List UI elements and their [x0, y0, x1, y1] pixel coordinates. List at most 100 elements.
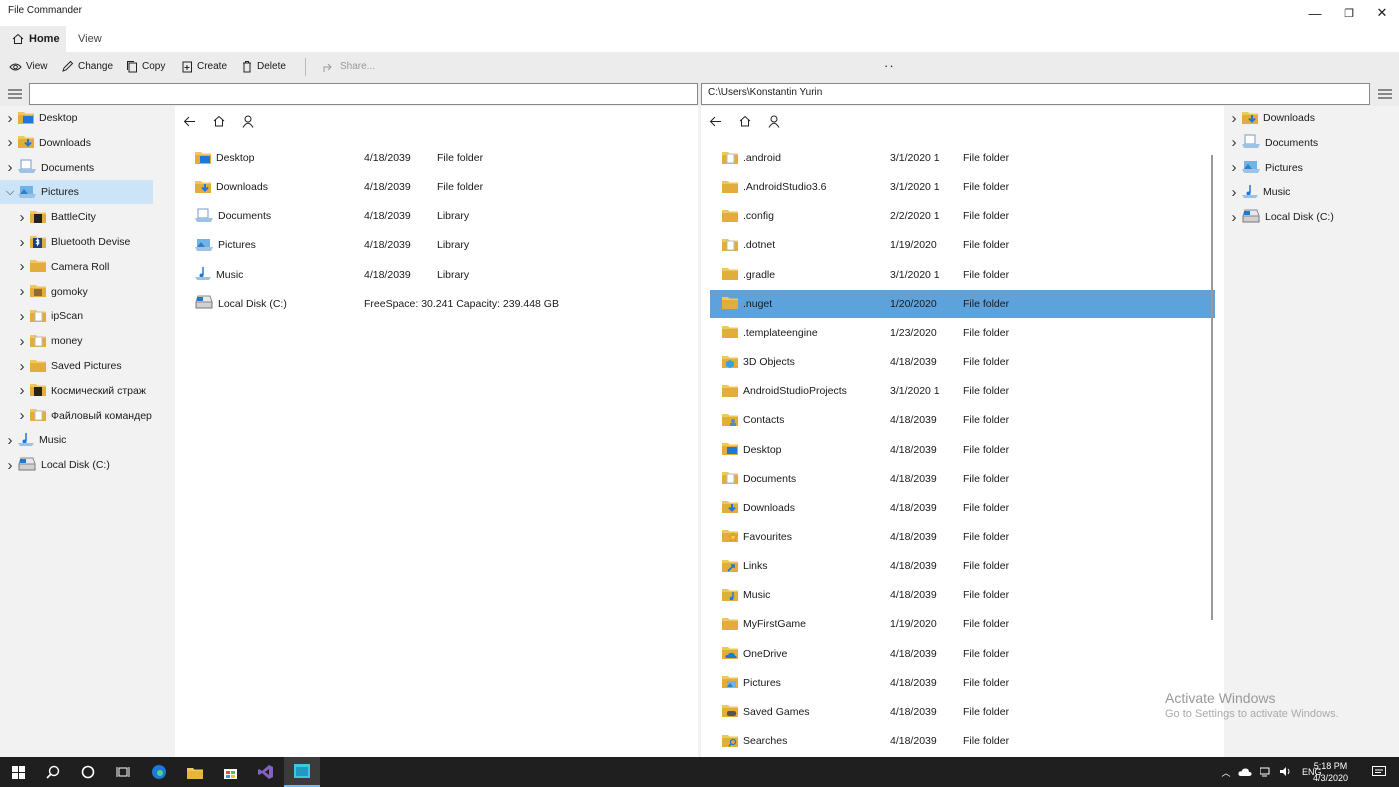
user-button[interactable] — [233, 111, 262, 131]
chevron-right-icon[interactable]: › — [14, 234, 30, 251]
edge-button[interactable] — [141, 757, 177, 787]
chevron-right-icon[interactable]: › — [1226, 159, 1242, 176]
file-row[interactable]: 3D Objects 4/18/2039 File folder — [710, 348, 1215, 376]
tab-home[interactable]: Home — [0, 26, 66, 52]
chevron-right-icon[interactable]: › — [14, 382, 30, 399]
file-row[interactable]: Favourites 4/18/2039 File folder — [710, 523, 1215, 551]
file-row[interactable]: Music 4/18/2039 Library — [189, 261, 689, 289]
clock[interactable]: 5:18 PM 4/3/2020 — [1313, 760, 1348, 784]
file-row[interactable]: Links 4/18/2039 File folder — [710, 552, 1215, 580]
close-button[interactable]: ✕ — [1365, 0, 1399, 26]
create-button[interactable]: Create — [181, 52, 227, 81]
file-row[interactable]: Saved Games 4/18/2039 File folder — [710, 698, 1215, 726]
back-button[interactable] — [701, 111, 730, 131]
delete-button[interactable]: Delete — [241, 52, 286, 81]
restore-button[interactable]: ❐ — [1332, 0, 1366, 26]
tree-item[interactable]: › Saved Pictures — [0, 354, 175, 378]
tree-item[interactable]: › Local Disk (C:) — [0, 453, 175, 477]
visual-studio-button[interactable] — [248, 757, 284, 787]
file-row[interactable]: Documents 4/18/2039 File folder — [710, 465, 1215, 493]
right-menu-button[interactable] — [1370, 81, 1399, 106]
file-row[interactable]: .dotnet 1/19/2020 File folder — [710, 231, 1215, 259]
tree-item[interactable]: › money — [0, 329, 175, 353]
share-button[interactable]: Share... — [323, 52, 375, 81]
file-row[interactable]: Downloads 4/18/2039 File folder — [189, 173, 689, 201]
file-row[interactable]: .AndroidStudio3.6 3/1/2020 1 File folder — [710, 173, 1215, 201]
home-button[interactable] — [730, 111, 759, 131]
file-row[interactable]: MyFirstGame 1/19/2020 File folder — [710, 610, 1215, 638]
chevron-right-icon[interactable]: › — [14, 209, 30, 226]
tree-item[interactable]: › Documents — [0, 156, 175, 180]
file-explorer-button[interactable] — [177, 757, 213, 787]
chevron-right-icon[interactable]: › — [14, 358, 30, 375]
file-row[interactable]: .templateengine 1/23/2020 File folder — [710, 319, 1215, 347]
chevron-right-icon[interactable]: › — [1226, 110, 1242, 127]
file-row[interactable]: .nuget 1/20/2020 File folder — [710, 289, 1215, 318]
cortana-button[interactable] — [70, 757, 106, 787]
left-address-input[interactable] — [29, 83, 698, 105]
file-row[interactable]: .gradle 3/1/2020 1 File folder — [710, 261, 1215, 289]
network-icon[interactable] — [1259, 766, 1272, 779]
tree-item[interactable]: › Pictures — [1226, 156, 1396, 180]
tree-item[interactable]: › Music — [0, 428, 175, 452]
onedrive-icon[interactable] — [1238, 767, 1252, 778]
search-button[interactable] — [35, 757, 71, 787]
chevron-right-icon[interactable]: › — [14, 407, 30, 424]
tree-item[interactable]: › Файловый командер — [0, 404, 175, 428]
volume-icon[interactable] — [1280, 766, 1292, 779]
tree-item[interactable]: › Documents — [1226, 131, 1396, 155]
file-row[interactable]: Searches 4/18/2039 File folder — [710, 727, 1215, 755]
file-row[interactable]: OneDrive 4/18/2039 File folder — [710, 640, 1215, 668]
chevron-right-icon[interactable]: › — [2, 457, 18, 474]
chevron-right-icon[interactable]: › — [14, 333, 30, 350]
right-address-input[interactable]: C:\Users\Konstantin Yurin — [701, 83, 1370, 105]
tree-item[interactable]: › Bluetooth Devise — [0, 230, 175, 254]
chevron-right-icon[interactable]: › — [14, 283, 30, 300]
tree-item[interactable]: › Local Disk (C:) — [1226, 205, 1396, 229]
file-row[interactable]: Pictures 4/18/2039 Library — [189, 231, 689, 259]
change-button[interactable]: Change — [61, 52, 113, 81]
file-row[interactable]: Downloads 4/18/2039 File folder — [710, 494, 1215, 522]
tab-view[interactable]: View — [78, 26, 102, 52]
tree-item[interactable]: › gomoky — [0, 280, 175, 304]
tree-item[interactable]: › Downloads — [0, 131, 175, 155]
chevron-down-icon[interactable]: ⌵ — [2, 186, 18, 199]
user-button[interactable] — [759, 111, 788, 131]
task-view-button[interactable] — [105, 757, 141, 787]
left-menu-button[interactable] — [0, 81, 29, 106]
tree-item[interactable]: › Music — [1226, 180, 1396, 204]
chevron-right-icon[interactable]: › — [2, 110, 18, 127]
tree-item[interactable]: › BattleCity — [0, 205, 175, 229]
right-scrollbar[interactable] — [1211, 155, 1213, 620]
start-button[interactable] — [0, 757, 36, 787]
chevron-right-icon[interactable]: › — [2, 159, 18, 176]
file-row[interactable]: Contacts 4/18/2039 File folder — [710, 406, 1215, 434]
chevron-right-icon[interactable]: › — [1226, 134, 1242, 151]
file-row[interactable]: .android 3/1/2020 1 File folder — [710, 144, 1215, 172]
tree-item[interactable]: › Космический страж — [0, 379, 175, 403]
copy-button[interactable]: Copy — [126, 52, 165, 81]
file-row[interactable]: Local Disk (C:) FreeSpace: 30.241 Capacit… — [189, 290, 689, 318]
view-button[interactable]: View — [9, 52, 48, 81]
file-commander-button[interactable] — [284, 757, 320, 787]
chevron-right-icon[interactable]: › — [2, 432, 18, 449]
more-options[interactable]: ·· — [884, 58, 895, 73]
file-row[interactable]: .config 2/2/2020 1 File folder — [710, 202, 1215, 230]
chevron-right-icon[interactable]: › — [14, 258, 30, 275]
tree-item[interactable]: › Downloads — [1226, 106, 1396, 130]
file-row[interactable]: Desktop 4/18/2039 File folder — [710, 436, 1215, 464]
tree-item[interactable]: › Desktop — [0, 106, 175, 130]
file-row[interactable]: Pictures 4/18/2039 File folder — [710, 669, 1215, 697]
home-button[interactable] — [204, 111, 233, 131]
file-row[interactable]: Music 4/18/2039 File folder — [710, 581, 1215, 609]
tree-item[interactable]: › ipScan — [0, 304, 175, 328]
back-button[interactable] — [175, 111, 204, 131]
file-row[interactable]: Desktop 4/18/2039 File folder — [189, 144, 689, 172]
chevron-right-icon[interactable]: › — [14, 308, 30, 325]
chevron-right-icon[interactable]: › — [1226, 209, 1242, 226]
notifications-button[interactable] — [1362, 757, 1396, 787]
chevron-right-icon[interactable]: › — [2, 134, 18, 151]
minimize-button[interactable]: — — [1298, 0, 1332, 26]
tree-item[interactable]: ⌵ Pictures — [0, 180, 153, 205]
tree-item[interactable]: › Camera Roll — [0, 255, 175, 279]
